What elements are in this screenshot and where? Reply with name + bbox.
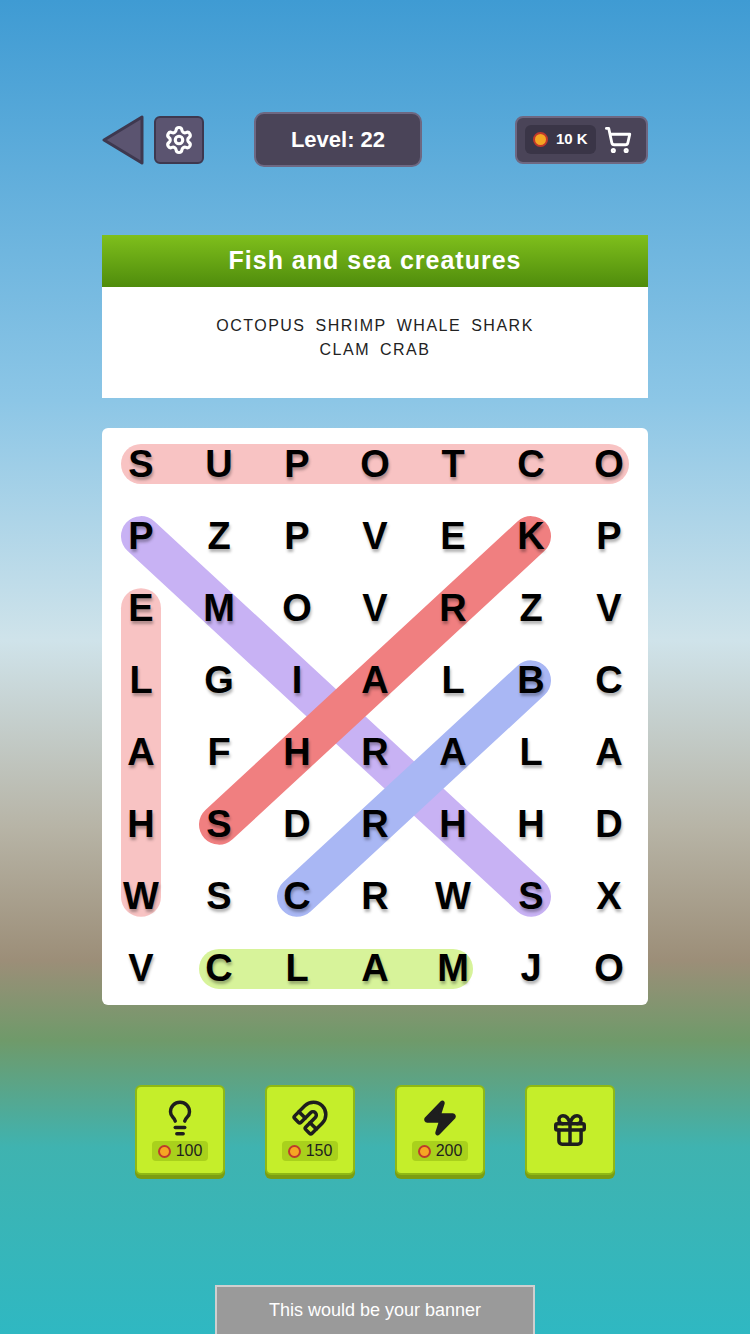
letter-cell[interactable]: V bbox=[570, 572, 648, 644]
letter-cell[interactable]: O bbox=[570, 428, 648, 500]
letter-cell[interactable]: P bbox=[570, 500, 648, 572]
letter-cell[interactable]: P bbox=[102, 500, 180, 572]
letter-cell[interactable]: A bbox=[336, 933, 414, 1005]
target-word: SHRIMP bbox=[316, 315, 387, 337]
word-highlight bbox=[297, 680, 531, 896]
letter-cell[interactable]: R bbox=[414, 572, 492, 644]
letter-cell[interactable]: R bbox=[336, 861, 414, 933]
letter-grid: SUPOTCOPZPVEKPEMOVRZVLGIALBCAFHRALAHSDRH… bbox=[102, 428, 648, 1005]
magnet-icon bbox=[291, 1099, 329, 1137]
letter-cell[interactable]: C bbox=[258, 861, 336, 933]
letter-cell[interactable]: U bbox=[180, 428, 258, 500]
letter-cell[interactable]: S bbox=[492, 861, 570, 933]
word-list: OCTOPUS SHRIMP WHALE SHARK CLAM CRAB bbox=[102, 287, 648, 398]
letter-cell[interactable]: W bbox=[102, 861, 180, 933]
letter-cell[interactable]: H bbox=[492, 789, 570, 861]
letter-cell[interactable]: S bbox=[180, 861, 258, 933]
letter-cell[interactable]: L bbox=[492, 717, 570, 789]
category-card: Fish and sea creatures OCTOPUS SHRIMP WHALE… bbox=[102, 235, 648, 398]
game-screen: Level: 2210 KFish and sea creaturesOCTOP… bbox=[0, 0, 750, 1334]
found-highlights bbox=[102, 428, 648, 1005]
coin-icon bbox=[158, 1145, 171, 1158]
letter-cell[interactable]: T bbox=[414, 428, 492, 500]
target-word: CRAB bbox=[380, 339, 430, 361]
letter-cell[interactable]: P bbox=[258, 500, 336, 572]
coin-icon bbox=[533, 132, 548, 147]
letter-cell[interactable]: H bbox=[414, 789, 492, 861]
letter-cell[interactable]: H bbox=[102, 789, 180, 861]
letter-cell[interactable]: R bbox=[336, 789, 414, 861]
back-arrow-icon[interactable] bbox=[102, 115, 144, 165]
letter-cell[interactable]: M bbox=[180, 572, 258, 644]
letter-cell[interactable]: B bbox=[492, 644, 570, 716]
lightning-icon bbox=[421, 1099, 459, 1137]
letter-cell[interactable]: C bbox=[180, 933, 258, 1005]
level-indicator: Level: 22 bbox=[254, 112, 422, 167]
letter-cell[interactable]: E bbox=[102, 572, 180, 644]
letter-cell[interactable]: V bbox=[336, 572, 414, 644]
letter-cell[interactable]: P bbox=[258, 428, 336, 500]
gift-video-icon bbox=[551, 1111, 589, 1149]
letter-cell[interactable]: V bbox=[102, 933, 180, 1005]
letter-cell[interactable]: S bbox=[102, 428, 180, 500]
letter-cell[interactable]: A bbox=[336, 644, 414, 716]
gear-icon bbox=[164, 125, 194, 155]
target-word: CLAM bbox=[320, 339, 370, 361]
letter-cell[interactable]: A bbox=[102, 717, 180, 789]
letter-cell[interactable]: L bbox=[102, 644, 180, 716]
letter-cell[interactable]: L bbox=[258, 933, 336, 1005]
letter-cell[interactable]: S bbox=[180, 789, 258, 861]
word-highlight bbox=[219, 949, 453, 989]
letter-cell[interactable]: V bbox=[336, 500, 414, 572]
category-title: Fish and sea creatures bbox=[102, 235, 648, 287]
letter-cell[interactable]: R bbox=[336, 717, 414, 789]
letter-cell[interactable]: O bbox=[258, 572, 336, 644]
cart-icon[interactable] bbox=[604, 126, 632, 154]
power-up-button[interactable]: 150 bbox=[265, 1085, 355, 1175]
letter-cell[interactable]: O bbox=[336, 428, 414, 500]
letter-cell[interactable]: Z bbox=[492, 572, 570, 644]
coin-icon bbox=[288, 1145, 301, 1158]
settings-button[interactable] bbox=[154, 116, 204, 164]
coin-balance[interactable]: 10 K bbox=[515, 116, 648, 164]
letter-cell[interactable]: A bbox=[414, 717, 492, 789]
letter-cell[interactable]: H bbox=[258, 717, 336, 789]
letter-cell[interactable]: A bbox=[570, 717, 648, 789]
ad-banner[interactable]: This would be your banner bbox=[215, 1285, 535, 1334]
lightbulb-icon bbox=[161, 1099, 199, 1137]
letter-cell[interactable]: C bbox=[492, 428, 570, 500]
letter-cell[interactable]: G bbox=[180, 644, 258, 716]
power-up-button[interactable]: 100 bbox=[135, 1085, 225, 1175]
coin-icon bbox=[418, 1145, 431, 1158]
power-up-button[interactable] bbox=[525, 1085, 615, 1175]
letter-cell[interactable]: L bbox=[414, 644, 492, 716]
power-up-button[interactable]: 200 bbox=[395, 1085, 485, 1175]
letter-cell[interactable]: K bbox=[492, 500, 570, 572]
letter-cell[interactable]: C bbox=[570, 644, 648, 716]
word-highlight bbox=[219, 536, 531, 825]
letter-cell[interactable]: D bbox=[258, 789, 336, 861]
power-up-bar: 100 150 200 bbox=[135, 1085, 615, 1175]
target-word: WHALE bbox=[397, 315, 461, 337]
letter-cell[interactable]: M bbox=[414, 933, 492, 1005]
top-bar: Level: 22 10 K bbox=[102, 112, 648, 167]
letter-cell[interactable]: Z bbox=[180, 500, 258, 572]
target-word: OCTOPUS bbox=[216, 315, 305, 337]
letter-cell[interactable]: X bbox=[570, 861, 648, 933]
letter-cell[interactable]: D bbox=[570, 789, 648, 861]
letter-cell[interactable]: W bbox=[414, 861, 492, 933]
word-highlight bbox=[141, 536, 531, 897]
letter-cell[interactable]: I bbox=[258, 644, 336, 716]
word-highlight bbox=[121, 608, 161, 897]
letter-cell[interactable]: O bbox=[570, 933, 648, 1005]
letter-cell[interactable]: E bbox=[414, 500, 492, 572]
letter-cell[interactable]: F bbox=[180, 717, 258, 789]
target-word: SHARK bbox=[471, 315, 534, 337]
letter-cell[interactable]: J bbox=[492, 933, 570, 1005]
